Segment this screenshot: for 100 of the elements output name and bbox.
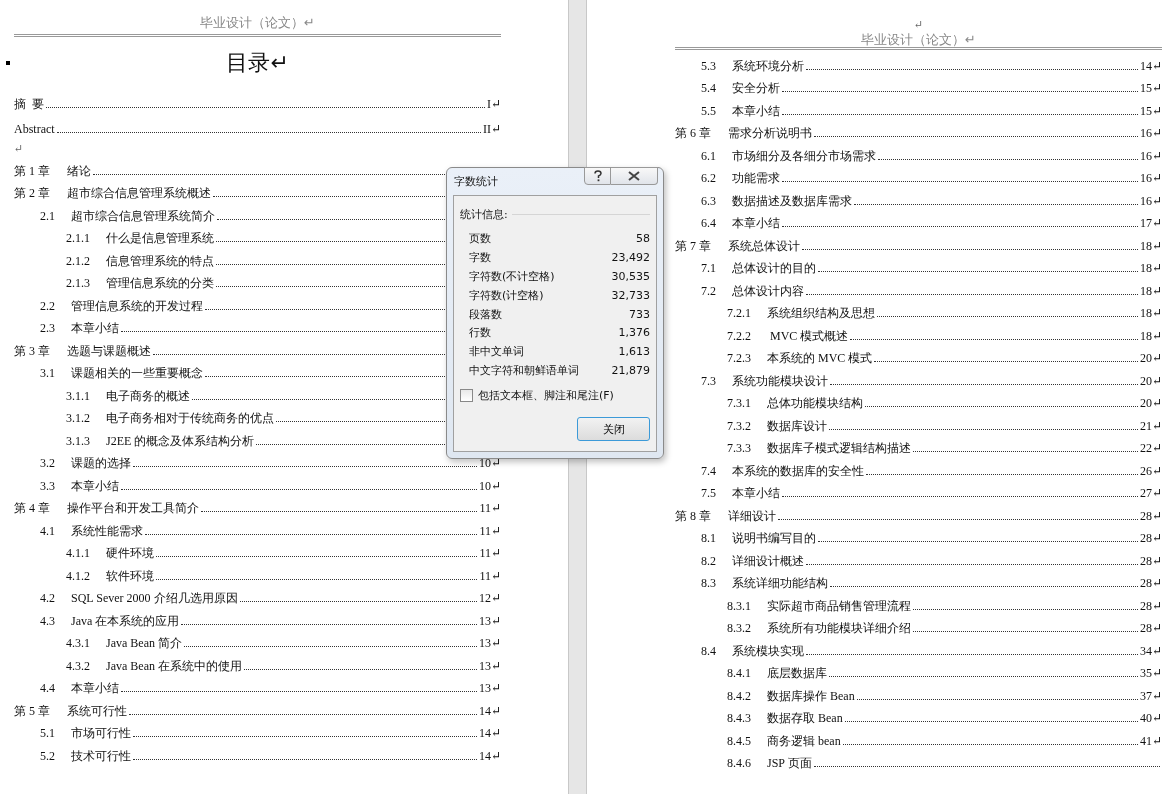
- entry-title: 市场可行性: [71, 725, 131, 741]
- entry-title: 总体设计的目的: [732, 260, 816, 276]
- page-number: 41↵: [1139, 732, 1162, 749]
- section-number: 7.4: [701, 462, 717, 479]
- page-number: 11↵: [479, 500, 501, 516]
- page-number: 16↵: [1139, 170, 1162, 186]
- section-number: 8.2: [701, 552, 717, 569]
- section-number: 7.3.3: [727, 440, 752, 456]
- page-number: 34↵: [1139, 642, 1162, 659]
- section-number: 4.1.1: [66, 545, 91, 561]
- entry-title: Java 在本系统的应用: [71, 612, 180, 629]
- entry-title: 管理信息系统的开发过程: [71, 297, 203, 314]
- page-number: 14↵: [478, 725, 501, 741]
- section-number: 6.3: [701, 192, 717, 209]
- entry-title: 系统总体设计: [728, 237, 800, 254]
- section-number: 2.1.3: [66, 275, 91, 291]
- section-number: 4.3.1: [66, 635, 91, 651]
- entry-title: 本系统的 MVC 模式: [767, 350, 873, 366]
- entry-title: 市场细分及各细分市场需求: [732, 147, 876, 164]
- entry-title: 数据描述及数据库需求: [732, 192, 852, 209]
- entry-title: 什么是信息管理系统: [106, 230, 214, 246]
- page-number: 21↵: [1139, 417, 1162, 434]
- entry-title: 详细设计: [728, 507, 776, 524]
- section-number: 5.1: [40, 725, 56, 741]
- section-number: 第 4 章: [14, 500, 51, 516]
- section-number: 第 5 章: [14, 702, 51, 719]
- page-number: 13↵: [478, 635, 501, 651]
- page-number: 16↵: [1139, 125, 1162, 141]
- page-number: 28↵: [1139, 620, 1162, 636]
- entry-title: 管理信息系统的分类: [106, 275, 214, 291]
- page-number: 18↵: [1139, 260, 1162, 276]
- entry-title: 系统模块实现: [732, 642, 804, 659]
- entry-title: 操作平台和开发工具简介: [67, 500, 199, 516]
- entry-title: 摘 要: [14, 96, 44, 112]
- help-icon: [592, 170, 603, 182]
- dialog-title: 字数统计: [454, 174, 498, 189]
- entry-title: 超市综合信息管理系统简介: [71, 207, 215, 224]
- section-number: 8.4.6: [727, 755, 752, 771]
- entry-title: Java Bean 简介: [106, 635, 182, 651]
- entry-title: 系统所有功能模块详细介绍: [767, 620, 911, 636]
- page-number: 16↵: [1139, 192, 1162, 209]
- entry-title: 数据存取 Bean: [767, 710, 843, 726]
- stat-label: 字符数(计空格): [469, 287, 544, 303]
- page-number: 18↵: [1139, 282, 1162, 299]
- help-button[interactable]: [584, 167, 611, 185]
- section-number: 7.2: [701, 282, 717, 299]
- stat-label: 中文字符和朝鲜语单词: [469, 363, 579, 379]
- paragraph-mark: ↵: [14, 142, 24, 155]
- entry-title: 说明书编写目的: [732, 530, 816, 546]
- stat-value: 1,613: [618, 345, 650, 359]
- section-number: 8.4.1: [727, 665, 752, 681]
- entry-title: SQL Sever 2000 介绍几选用原因: [71, 590, 238, 606]
- stat-value: 32,733: [611, 288, 650, 302]
- section-number: 4.3: [40, 612, 56, 629]
- close-icon: [628, 171, 640, 181]
- section-number: 第 7 章: [675, 237, 712, 254]
- section-number: 5.3: [701, 57, 717, 74]
- checkbox[interactable]: [460, 389, 473, 403]
- stat-value: 58: [636, 231, 650, 245]
- entry-title: 硬件环境: [106, 545, 154, 561]
- entry-title: 本章小结: [732, 102, 780, 119]
- section-number: 3.1.1: [66, 387, 91, 404]
- paragraph-mark: ↵: [913, 18, 924, 30]
- section-number: 7.3: [701, 372, 717, 389]
- entry-title: 选题与课题概述: [67, 342, 151, 359]
- page-number: 13↵: [478, 657, 501, 674]
- page-number: 12↵: [478, 590, 501, 606]
- page-header: 毕业设计（论文）↵: [200, 16, 315, 30]
- page-number: 17↵: [1139, 215, 1162, 231]
- section-number: 2.1.2: [66, 252, 91, 269]
- page-number: 28↵: [1139, 552, 1162, 569]
- section-number: 4.1: [40, 522, 56, 539]
- page-number: 35↵: [1139, 665, 1162, 681]
- entry-title: JSP 页面: [767, 755, 812, 771]
- section-number: 第 3 章: [14, 342, 51, 359]
- page-number: 13↵: [478, 680, 501, 696]
- page-number: I↵: [486, 96, 501, 112]
- page-number: 20↵: [1139, 372, 1162, 389]
- page-number: 37↵: [1139, 687, 1162, 704]
- stat-label: 行数: [469, 325, 491, 341]
- checkbox-label[interactable]: 包括文本框、脚注和尾注(F): [478, 388, 614, 404]
- section-number: 8.1: [701, 530, 717, 546]
- page-number: 15↵: [1139, 102, 1162, 119]
- stat-value: 23,492: [611, 250, 650, 264]
- section-number: 7.3.1: [727, 395, 752, 411]
- page-number: 11↵: [479, 567, 501, 584]
- page-header: 毕业设计（论文）↵: [861, 33, 976, 47]
- close-button[interactable]: [611, 167, 658, 185]
- page-number: 20↵: [1139, 350, 1162, 366]
- section-number: 6.1: [701, 147, 717, 164]
- entry-title: 本章小结: [71, 320, 119, 336]
- page-number: 18↵: [1139, 327, 1162, 344]
- section-number: 7.3.2: [727, 417, 752, 434]
- entry-title: Java Bean 在系统中的使用: [106, 657, 242, 674]
- section-number: 7.2.2: [727, 327, 752, 344]
- entry-title: 系统功能模块设计: [732, 372, 828, 389]
- section-number: 8.3.1: [727, 597, 752, 614]
- bullet-mark: [6, 61, 10, 65]
- close-dialog-button[interactable]: 关闭: [577, 417, 650, 442]
- section-number: 7.5: [701, 485, 717, 501]
